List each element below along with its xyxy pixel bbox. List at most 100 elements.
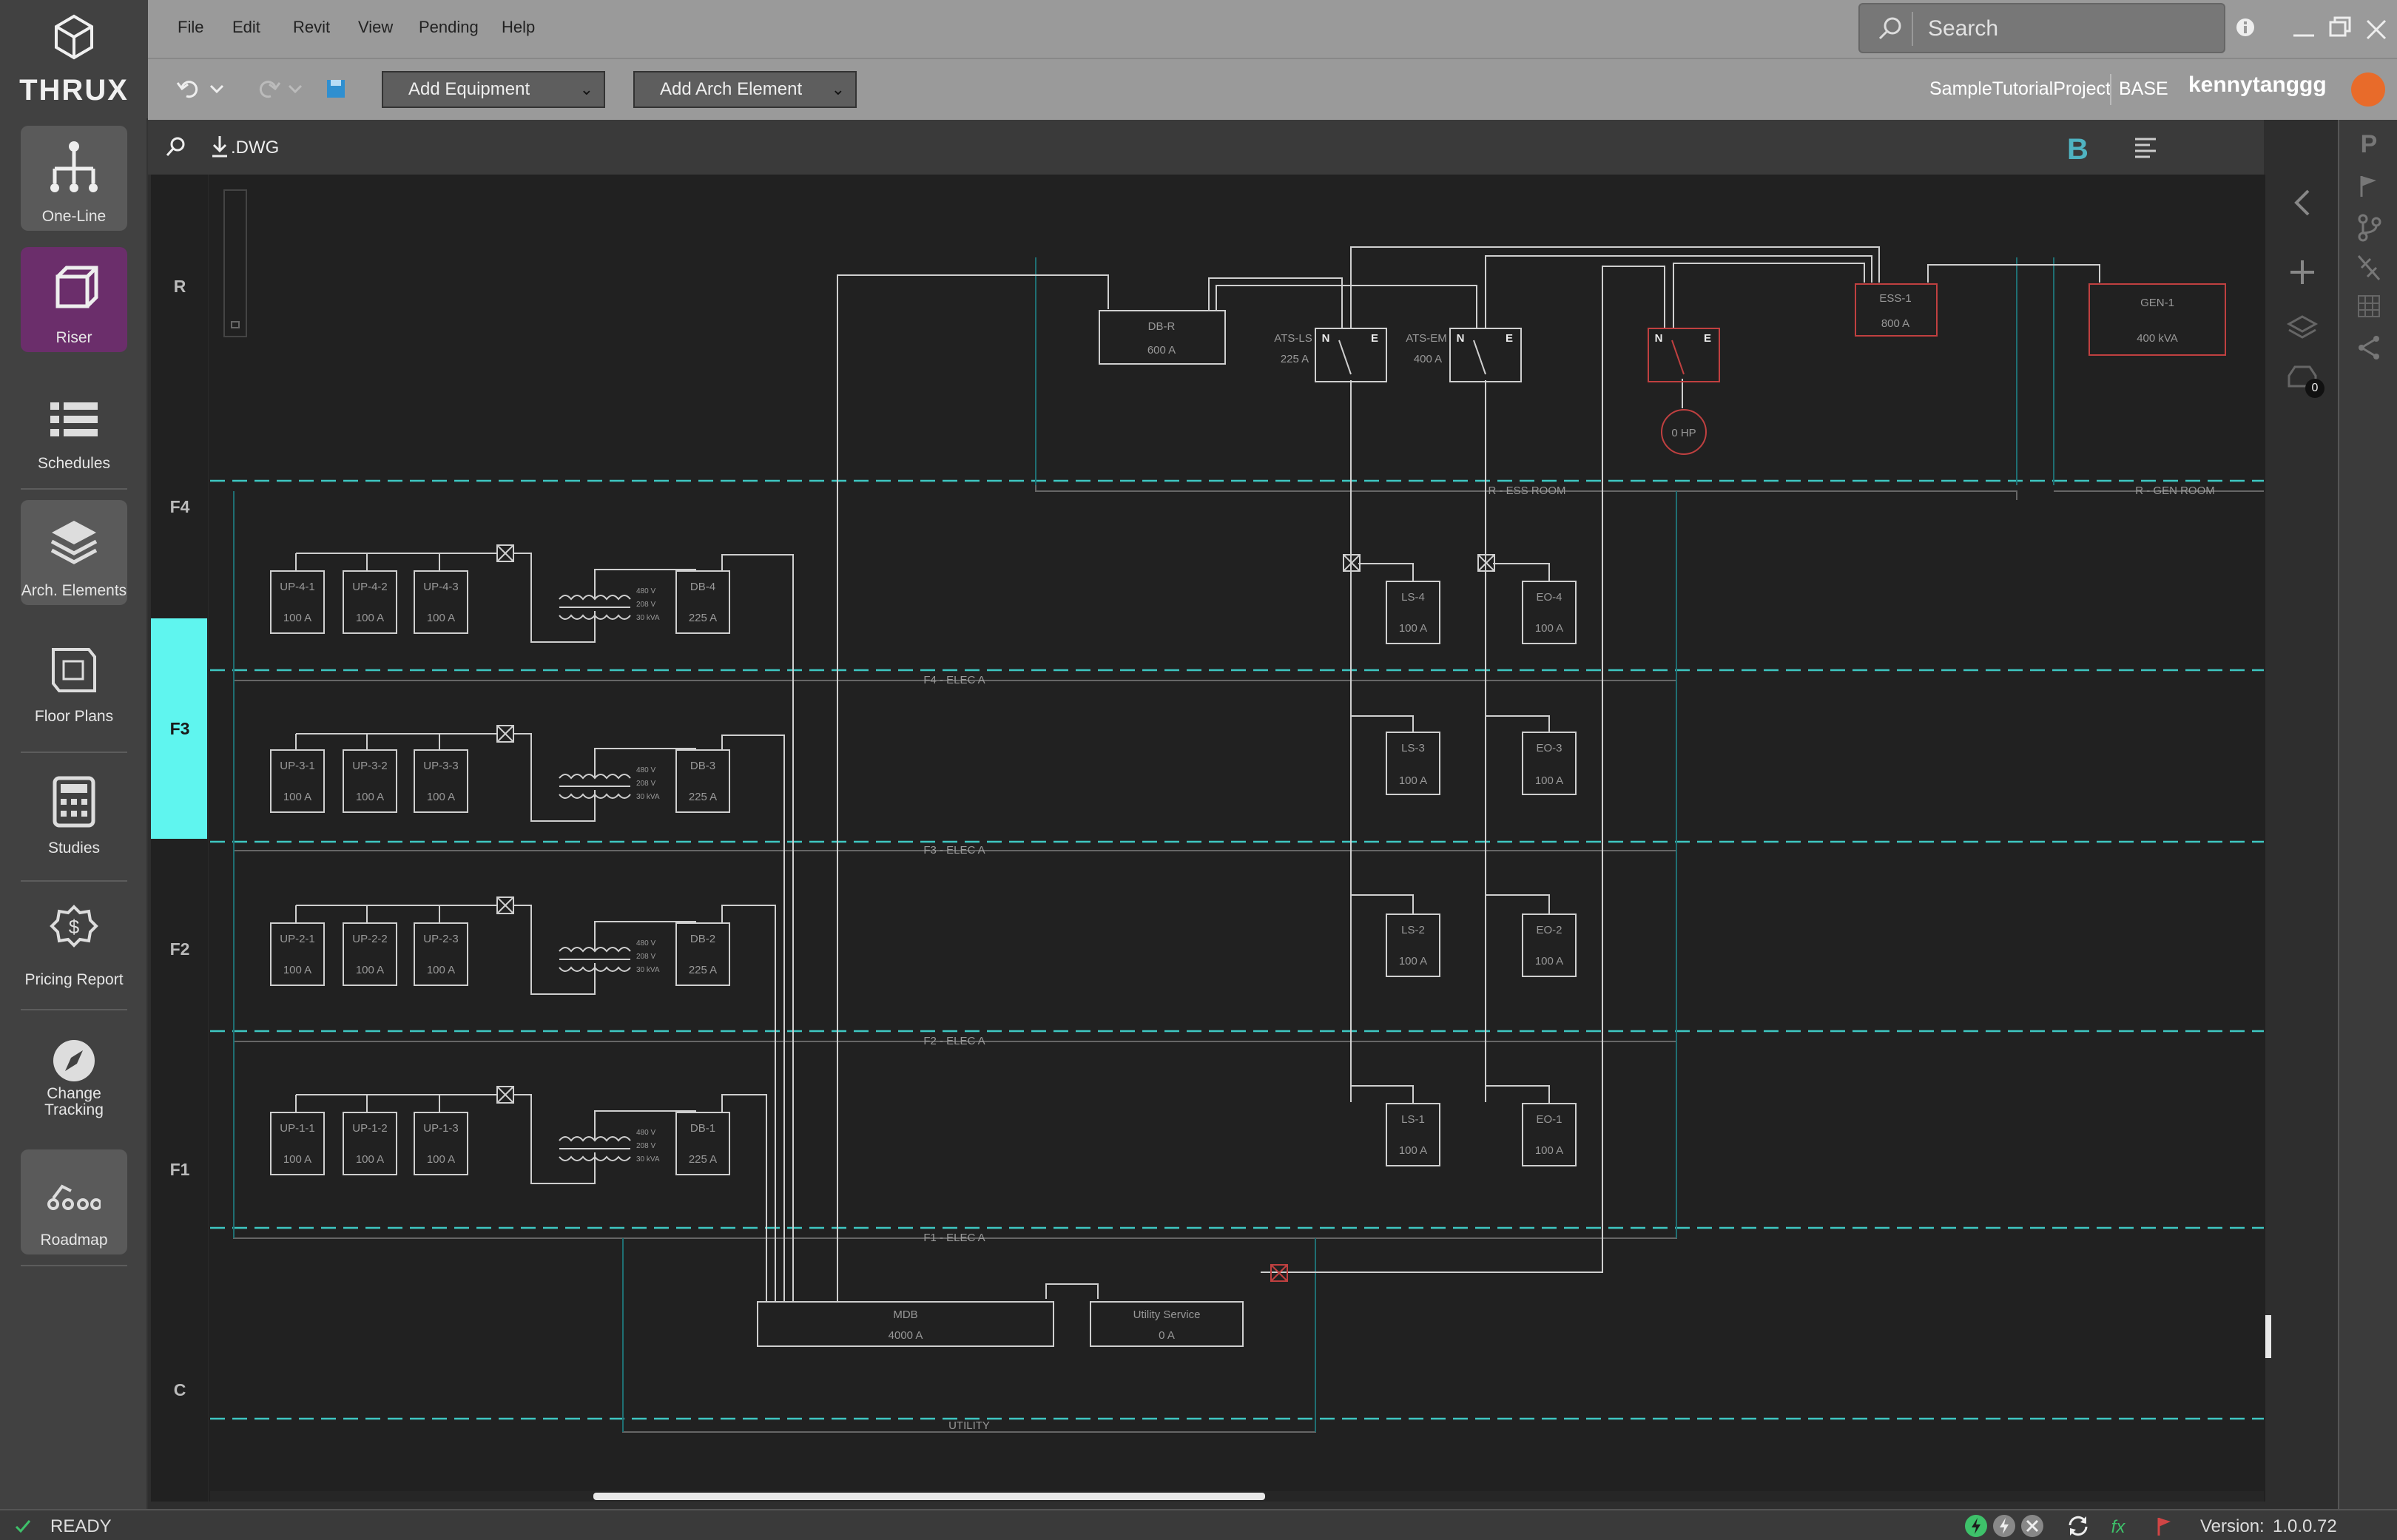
riser-diagram: R - ESS ROOM R - GEN ROOM F4 - ELEC A F3…: [210, 246, 2264, 1433]
unit-panel-rating: 100 A: [356, 964, 384, 976]
transformer-label: 208 V: [636, 601, 655, 609]
unit-panel-name: UP-1-2: [352, 1122, 388, 1135]
version-label: Version:: [2200, 1516, 2265, 1536]
app-window: THRUX One-Line Riser Schedules Arch. Ele…: [0, 0, 2397, 1540]
unit-panel-rating: 100 A: [427, 1153, 455, 1166]
unit-panel-rating: 100 A: [356, 612, 384, 624]
distribution-board-name: DB-1: [690, 1122, 715, 1135]
feeder-line: [594, 1110, 696, 1129]
room-label-gen: R - GEN ROOM: [2135, 484, 2215, 497]
utility-service-rating: 0 A: [1159, 1329, 1175, 1342]
refresh-icon[interactable]: [2066, 1513, 2091, 1539]
unit-panel-rating: 100 A: [427, 964, 455, 976]
eo3-name: EO-3: [1536, 742, 1562, 754]
feeder-ls1: [1351, 1085, 1414, 1104]
utility-service-name: Utility Service: [1133, 1308, 1201, 1321]
unit-panel-name: UP-3-1: [280, 760, 315, 772]
ls2-rating: 100 A: [1399, 955, 1427, 967]
unit-panel-rating: 100 A: [283, 964, 311, 976]
distribution-board-name: DB-2: [690, 933, 715, 945]
ats-ls-n: N: [1322, 332, 1330, 345]
ats-em-e: E: [1506, 332, 1513, 345]
vertical-scroll-thumb[interactable]: [2265, 1315, 2271, 1358]
room-label-ess: R - ESS ROOM: [1488, 484, 1565, 497]
feeder-eo4: [1493, 563, 1550, 581]
unit-panel-name: UP-2-1: [280, 933, 315, 945]
version-number: 1.0.0.72: [2273, 1516, 2337, 1536]
transformer-label: 208 V: [636, 780, 655, 788]
feeder-ess-ats3: [1673, 263, 1865, 328]
transformer-label: 30 kVA: [636, 793, 660, 801]
svg-text:fx: fx: [2111, 1517, 2126, 1537]
horizontal-scrollbar[interactable]: [210, 1491, 2264, 1502]
floor-group: 480 V 208 V 30 kVA UP-2-1 100 A UP-2-2 100 A UP…: [270, 896, 730, 995]
dbr-rating: 600 A: [1147, 344, 1176, 357]
feeder-eo3: [1486, 715, 1550, 732]
distribution-board-name: DB-4: [690, 581, 715, 593]
ess-name: ESS-1: [1879, 292, 1911, 305]
unit-panel-name: UP-2-2: [352, 933, 388, 945]
floor-group: 480 V 208 V 30 kVA UP-3-1 100 A UP-3-2 100 A UP…: [270, 725, 730, 822]
room-label-f1: F1 - ELEC A: [923, 1232, 985, 1244]
transformer-label: 208 V: [636, 1142, 655, 1150]
status-text: READY: [50, 1516, 112, 1536]
eo4-name: EO-4: [1536, 591, 1562, 604]
feeder-mdb-dbr: [837, 274, 1109, 1302]
unit-panel-rating: 100 A: [356, 791, 384, 803]
eo2-name: EO-2: [1536, 924, 1562, 936]
distribution-board-rating: 225 A: [689, 1153, 717, 1166]
ats-ls-rating: 225 A: [1281, 353, 1309, 365]
unit-panel-rating: 100 A: [283, 791, 311, 803]
feeder-line: [594, 921, 696, 939]
ls4-name: LS-4: [1401, 591, 1425, 604]
gen-name: GEN-1: [2140, 297, 2174, 309]
transformer-label: 208 V: [636, 953, 655, 961]
eo2-rating: 100 A: [1535, 955, 1563, 967]
feeder-mdb-db4: [721, 554, 794, 1302]
motor-label: 0 HP: [1671, 427, 1696, 439]
feeder-line: [594, 748, 696, 766]
ls1-rating: 100 A: [1399, 1144, 1427, 1157]
ats3-e: E: [1704, 332, 1711, 345]
room-boundary-ess: [1035, 257, 2017, 500]
feeder-gen-ess: [1927, 264, 2100, 283]
room-boundary-utility: [622, 1238, 1316, 1433]
status-bar: READY fx Version: 1.0.0.72: [0, 1509, 2397, 1540]
eo1-rating: 100 A: [1535, 1144, 1563, 1157]
gen-rating: 400 kVA: [2137, 332, 2178, 345]
ls2-name: LS-2: [1401, 924, 1425, 936]
feeder-eo2: [1486, 894, 1550, 914]
ats-ls-name: ATS-LS: [1274, 332, 1312, 345]
unit-panel-rating: 100 A: [427, 791, 455, 803]
power-on-icon[interactable]: [1963, 1513, 1989, 1539]
feeder-mdb-ats3: [1261, 266, 1665, 1273]
room-label-f3: F3 - ELEC A: [923, 844, 985, 857]
red-flag-icon[interactable]: [2153, 1515, 2175, 1537]
disabled-icon[interactable]: [2020, 1513, 2045, 1539]
eo3-rating: 100 A: [1535, 774, 1563, 787]
floor-group: 480 V 208 V 30 kVA UP-1-1 100 A UP-1-2 100 A UP…: [270, 1086, 730, 1184]
transformer-label: 30 kVA: [636, 966, 660, 974]
unit-panel-name: UP-3-3: [423, 760, 459, 772]
power-alt-icon[interactable]: [1992, 1513, 2017, 1539]
transformer-label: 30 kVA: [636, 1155, 660, 1164]
unit-panel-name: UP-4-2: [352, 581, 388, 593]
feeder-ess-atsem: [1485, 255, 1872, 328]
ats-ls-switch: [1338, 340, 1352, 375]
feeder-dbr-atsem: [1216, 285, 1477, 328]
feeder-ls4: [1358, 563, 1414, 581]
transformer-label: 480 V: [636, 766, 655, 774]
horizontal-scroll-thumb[interactable]: [593, 1493, 1265, 1500]
check-icon: [15, 1520, 31, 1533]
ats-em-n: N: [1457, 332, 1465, 345]
room-boundary-f2: [233, 851, 1677, 1042]
transformer-label: 480 V: [636, 1129, 655, 1137]
ats3-switch: [1671, 340, 1685, 375]
distribution-board-rating: 225 A: [689, 612, 717, 624]
unit-panel-name: UP-4-1: [280, 581, 315, 593]
unit-panel-rating: 100 A: [283, 1153, 311, 1166]
formula-icon[interactable]: fx: [2106, 1513, 2131, 1539]
room-label-f4: F4 - ELEC A: [923, 674, 985, 686]
room-label-f2: F2 - ELEC A: [923, 1035, 985, 1047]
distribution-board-rating: 225 A: [689, 964, 717, 976]
